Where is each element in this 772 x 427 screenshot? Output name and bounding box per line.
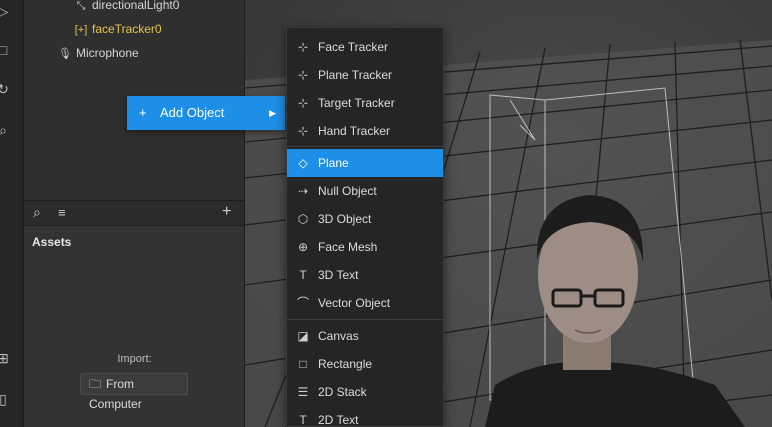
scene-item-label: directionalLight0 <box>92 0 180 12</box>
assets-panel: Assets Import: 🗀 From Computer <box>24 226 245 427</box>
scene-item-face-tracker[interactable]: [+] faceTracker0 <box>74 19 162 39</box>
canvas-icon: ◪ <box>297 329 309 343</box>
filter-icon[interactable]: ≡ <box>58 205 66 220</box>
rectangle-icon: □ <box>299 357 307 371</box>
refresh-icon[interactable]: ↻ <box>0 80 12 98</box>
menu-item-plane[interactable]: ◇ Plane <box>287 149 443 177</box>
chevron-right-icon: ▶ <box>269 108 276 118</box>
play-icon[interactable]: ▷ <box>0 2 12 20</box>
cube-icon: ⬡ <box>297 212 309 226</box>
add-object-submenu: ⊹ Face Tracker ⊹ Plane Tracker ⊹ Target Tra… <box>286 27 444 427</box>
menu-item-label: Face Mesh <box>318 240 378 254</box>
plus-icon: + <box>139 105 147 120</box>
from-computer-button[interactable]: 🗀 From Computer <box>80 373 188 411</box>
add-object-label: Add Object <box>160 105 225 120</box>
search-icon[interactable]: ⌕ <box>33 204 41 221</box>
null-object-icon: ⇢ <box>297 184 309 198</box>
scene-item-directional-light[interactable]: ⤡ directionalLight0 <box>74 0 180 15</box>
tracker-icon: ⊹ <box>297 68 309 82</box>
menu-item-3d-text[interactable]: T 3D Text <box>287 261 443 289</box>
scene-item-microphone[interactable]: 🎙 Microphone <box>58 43 139 63</box>
add-object-menu-item[interactable]: + Add Object ▶ <box>127 96 285 130</box>
menu-item-label: Canvas <box>318 329 359 343</box>
plane-icon: ◇ <box>298 156 308 170</box>
menu-item-face-tracker[interactable]: ⊹ Face Tracker <box>287 33 443 61</box>
microphone-icon: 🎙 <box>58 48 72 60</box>
scene-item-label: faceTracker0 <box>92 22 162 36</box>
menu-item-2d-text[interactable]: T 2D Text <box>287 406 443 427</box>
scene-item-label: Microphone <box>76 46 139 60</box>
add-asset-icon[interactable]: + <box>222 203 231 221</box>
menu-item-label: 3D Object <box>318 212 372 226</box>
stop-icon[interactable]: □ <box>0 41 12 59</box>
menu-item-null-object[interactable]: ⇢ Null Object <box>287 177 443 205</box>
assets-toolbar: ⌕ ≡ + <box>24 200 245 226</box>
stack-icon: ☰ <box>297 385 309 399</box>
menu-item-label: 2D Text <box>318 413 359 427</box>
menu-item-3d-object[interactable]: ⬡ 3D Object <box>287 205 443 233</box>
search-icon[interactable]: ⌕ <box>0 121 12 139</box>
menu-item-target-tracker[interactable]: ⊹ Target Tracker <box>287 89 443 117</box>
menu-item-label: Vector Object <box>318 296 391 310</box>
face-tracker-icon: [+] <box>74 24 88 36</box>
menu-item-label: Rectangle <box>318 357 373 371</box>
face-mesh-icon: ⊕ <box>297 240 309 254</box>
add-icon[interactable]: ⊞ <box>0 349 12 367</box>
menu-item-label: Plane Tracker <box>318 68 393 82</box>
light-icon: ⤡ <box>76 0 86 12</box>
menu-item-label: Face Tracker <box>318 40 389 54</box>
left-toolbar: ▷ □ ↻ ⌕ ⊞ ▯ <box>0 0 24 427</box>
menu-item-plane-tracker[interactable]: ⊹ Plane Tracker <box>287 61 443 89</box>
tracker-icon: ⊹ <box>297 40 309 54</box>
menu-item-label: Plane <box>318 156 349 170</box>
menu-item-label: Hand Tracker <box>318 124 391 138</box>
menu-item-rectangle[interactable]: □ Rectangle <box>287 350 443 378</box>
text-icon: T <box>299 413 307 427</box>
menu-item-label: Null Object <box>318 184 377 198</box>
folder-icon: 🗀 <box>89 377 102 391</box>
menu-item-label: 2D Stack <box>318 385 367 399</box>
tracker-icon: ⊹ <box>297 124 309 138</box>
menu-item-label: 3D Text <box>318 268 359 282</box>
device-icon[interactable]: ▯ <box>0 390 12 408</box>
tracker-icon: ⊹ <box>297 96 309 110</box>
menu-item-2d-stack[interactable]: ☰ 2D Stack <box>287 378 443 406</box>
text-icon: T <box>299 268 307 282</box>
assets-title: Assets <box>32 235 72 249</box>
menu-item-label: Target Tracker <box>318 96 395 110</box>
menu-separator <box>287 146 443 147</box>
menu-separator <box>287 319 443 320</box>
menu-item-canvas[interactable]: ◪ Canvas <box>287 322 443 350</box>
menu-item-hand-tracker[interactable]: ⊹ Hand Tracker <box>287 117 443 145</box>
menu-item-face-mesh[interactable]: ⊕ Face Mesh <box>287 233 443 261</box>
vector-icon: ⌒ <box>296 296 309 310</box>
menu-item-vector-object[interactable]: ⌒ Vector Object <box>287 289 443 317</box>
import-label: Import: <box>117 353 152 365</box>
